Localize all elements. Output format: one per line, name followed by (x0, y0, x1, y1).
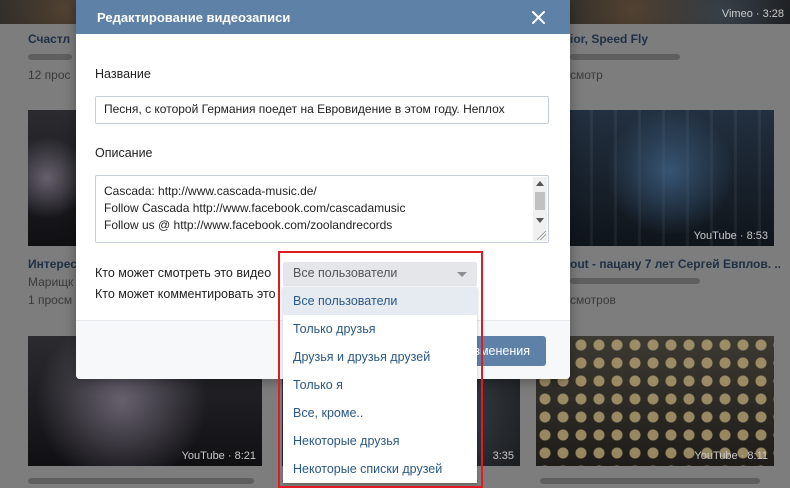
description-label: Описание (95, 146, 153, 160)
video-name-input[interactable]: Песня, с которой Германия поедет на Евро… (95, 96, 549, 124)
resize-grip-icon[interactable] (537, 231, 546, 240)
privacy-option-all-except[interactable]: Все, кроме.. (283, 399, 477, 427)
video-title[interactable]: out - пацану 7 лет Сергей Евплов. ... (570, 257, 780, 271)
privacy-select[interactable]: Все пользователи (283, 262, 477, 286)
video-thumbnail[interactable]: YouTube · 8:11 (536, 336, 774, 466)
video-duration: YouTube · 8:11 (694, 450, 768, 462)
video-channel-blur (570, 278, 700, 284)
privacy-options-menu: Все пользователи Только друзья Друзья и … (283, 287, 477, 483)
description-line: Follow Cascada http://www.facebook.com/c… (104, 201, 406, 215)
video-duration: YouTube · 8:53 (693, 230, 768, 242)
privacy-selected-value: Все пользователи (293, 266, 398, 280)
video-views: смотров (570, 293, 616, 307)
chevron-down-icon (457, 272, 467, 277)
video-title-blur (540, 478, 760, 484)
video-views: смотр (570, 68, 603, 82)
video-thumbnail[interactable] (28, 110, 76, 246)
video-title[interactable]: Интерес (28, 257, 76, 271)
video-title[interactable]: Счастл (28, 32, 76, 46)
video-views: 12 прос (28, 68, 71, 82)
video-duration: 3:35 (492, 450, 514, 462)
privacy-option-some-friend-lists[interactable]: Некоторые списки друзей (283, 455, 477, 483)
name-label: Название (95, 67, 151, 81)
dialog-header: Редактирование видеозаписи (76, 0, 570, 34)
description-line: Follow us @ http://www.facebook.com/zool… (104, 218, 393, 232)
description-line: Cascada: http://www.cascada-music.de/ (104, 184, 317, 198)
privacy-option-only-me[interactable]: Только я (283, 371, 477, 399)
close-icon (531, 10, 545, 24)
privacy-option-some-friends[interactable]: Некоторые друзья (283, 427, 477, 455)
video-duration: Vimeo · 3:28 (721, 8, 784, 20)
close-button[interactable] (526, 5, 550, 29)
who-can-view-label: Кто может смотреть это видео (95, 266, 272, 280)
video-title[interactable]: ior, Speed Fly (570, 32, 770, 46)
video-thumbnail[interactable]: Vimeo · 3:28 (562, 0, 790, 24)
video-views: 1 просм (28, 293, 73, 307)
video-channel-blur (570, 54, 680, 60)
scroll-up-arrow-icon[interactable] (536, 181, 544, 186)
privacy-option-friends-only[interactable]: Только друзья (283, 315, 477, 343)
description-textarea[interactable]: Cascada: http://www.cascada-music.de/ Fo… (95, 175, 549, 243)
dialog-title: Редактирование видеозаписи (97, 9, 291, 25)
video-thumbnail[interactable]: YouTube · 8:53 (566, 110, 774, 246)
video-channel: Марищк (28, 275, 74, 289)
scroll-down-arrow-icon[interactable] (536, 218, 544, 223)
video-title-blur (28, 478, 254, 484)
scroll-thumb[interactable] (535, 192, 545, 210)
video-duration: YouTube · 8:21 (181, 450, 256, 462)
privacy-option-friends-of-friends[interactable]: Друзья и друзья друзей (283, 343, 477, 371)
privacy-option-all-users[interactable]: Все пользователи (283, 287, 477, 315)
video-channel-blur (28, 54, 72, 60)
who-can-comment-label: Кто может комментировать это (95, 287, 276, 301)
